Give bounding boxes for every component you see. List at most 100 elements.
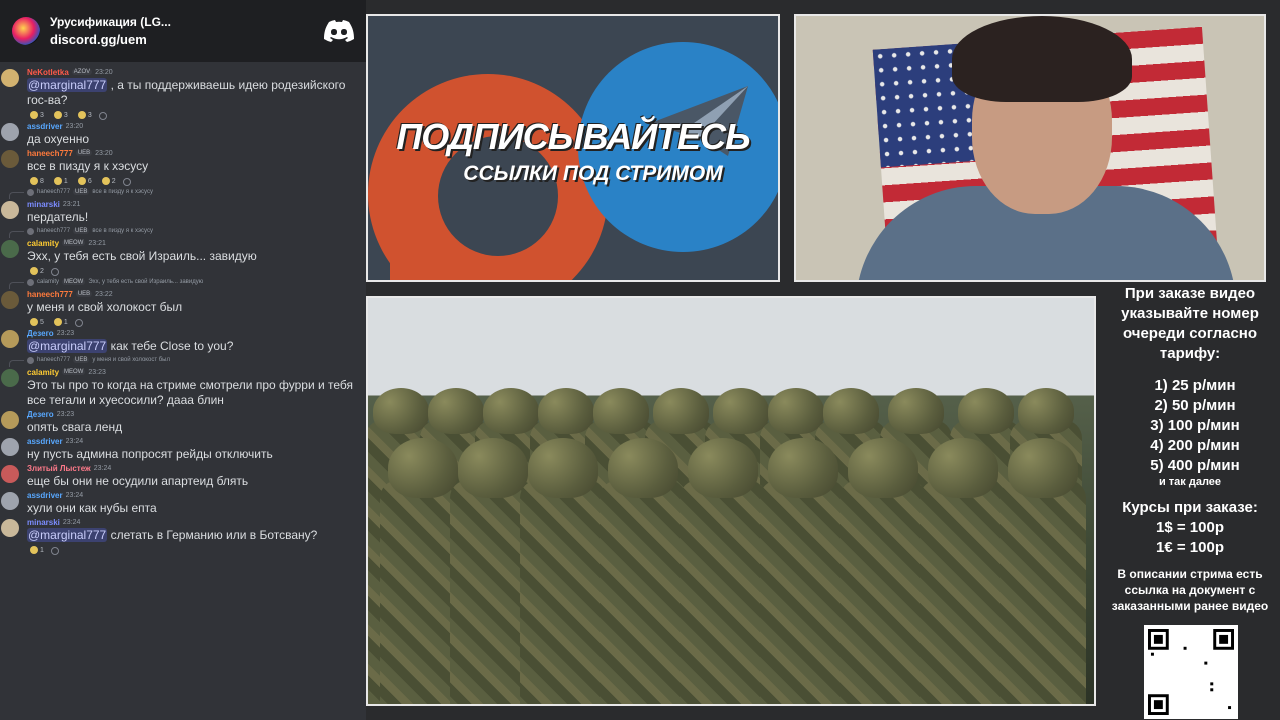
user-avatar[interactable] bbox=[1, 492, 19, 510]
username[interactable]: minarski bbox=[27, 200, 60, 209]
message-meta: assdriver 23:24 bbox=[27, 489, 360, 501]
add-reaction-icon[interactable] bbox=[122, 178, 131, 186]
add-reaction-icon[interactable] bbox=[98, 112, 107, 120]
message-meta: NeKotletka AZOV 23:20 bbox=[27, 66, 360, 78]
reaction-count: 5 bbox=[40, 318, 44, 326]
tariff-item: 2) 50 р/мин bbox=[1154, 397, 1236, 414]
chat-message: calamity MEOW 23:23 Это ты про то когда на … bbox=[0, 366, 366, 408]
reaction[interactable]: 3 bbox=[51, 110, 71, 120]
tariff-item: 5) 400 р/мин bbox=[1150, 457, 1240, 474]
message-text: все в пизду я к хэсусу bbox=[27, 159, 149, 173]
soldier-helmet bbox=[928, 438, 998, 498]
reaction-count: 2 bbox=[40, 267, 44, 275]
server-invite-link[interactable]: discord.gg/uem bbox=[50, 32, 324, 47]
emoji-icon bbox=[53, 318, 62, 326]
reaction[interactable]: 1 bbox=[27, 545, 47, 555]
username[interactable]: calamity bbox=[27, 368, 59, 377]
reaction[interactable]: 2 bbox=[27, 266, 47, 276]
username[interactable]: minarski bbox=[27, 518, 60, 527]
order-instructions: При заказе видео указывайте номер очеред… bbox=[1121, 285, 1259, 362]
username[interactable]: assdriver bbox=[27, 122, 63, 131]
reaction[interactable]: 5 bbox=[27, 317, 47, 327]
soldier-helmet bbox=[373, 388, 429, 434]
user-avatar[interactable] bbox=[1, 438, 19, 456]
reaction[interactable]: 1 bbox=[51, 317, 71, 327]
username[interactable]: assdriver bbox=[27, 491, 63, 500]
chat-message: Дезего 23:23 @marginal777 как тебе Close t… bbox=[0, 327, 366, 354]
reply-preview[interactable]: haneech777 UEB все в пизду я к хэсусу bbox=[0, 225, 366, 238]
user-mention[interactable]: @marginal777 bbox=[27, 78, 108, 92]
reaction-count: 1 bbox=[63, 177, 68, 185]
user-avatar[interactable] bbox=[1, 150, 19, 168]
username[interactable]: NeKotletka bbox=[27, 68, 69, 77]
soldier-helmet bbox=[653, 388, 709, 434]
soldier-helmet bbox=[428, 388, 484, 434]
username[interactable]: Злитый Лыстеж bbox=[27, 464, 91, 473]
tariff-etc: и так далее bbox=[1158, 476, 1222, 488]
user-mention[interactable]: @marginal777 bbox=[27, 528, 108, 542]
stream-layout: Урусификация (LG... discord.gg/uem NeKot… bbox=[0, 0, 1280, 720]
reply-text: Эхх, у тебя есть свой Израиль... завидую bbox=[88, 279, 204, 285]
promo-banner: ПОДПИСЫВАЙТЕСЬ ССЫЛКИ ПОД СТРИМОМ bbox=[366, 14, 780, 282]
reply-preview[interactable]: calamity MEOW Эхх, у тебя есть свой Израил… bbox=[0, 276, 366, 289]
role-tag: UEB bbox=[73, 357, 90, 363]
user-avatar[interactable] bbox=[1, 411, 19, 429]
timestamp: 23:21 bbox=[88, 239, 106, 247]
reply-preview[interactable]: haneech777 UEB все в пизду я к хэсусу bbox=[0, 186, 366, 199]
user-avatar[interactable] bbox=[1, 123, 19, 141]
message-text: опять свага ленд bbox=[27, 420, 123, 434]
reaction-count: 3 bbox=[40, 111, 44, 119]
role-tag: MEOW bbox=[62, 369, 86, 375]
message-meta: haneech777 UEB 23:22 bbox=[27, 288, 360, 300]
soldier-torso bbox=[600, 480, 686, 704]
reaction-row: 2 bbox=[27, 266, 360, 276]
soldier-helmet bbox=[688, 438, 758, 498]
add-reaction-icon[interactable] bbox=[50, 547, 59, 555]
reaction[interactable]: 3 bbox=[75, 110, 95, 120]
chat-message: assdriver 23:24 хули они как нубы епта bbox=[0, 489, 366, 516]
user-avatar[interactable] bbox=[1, 201, 19, 219]
soldier-helmet bbox=[768, 438, 838, 498]
reaction[interactable]: 2 bbox=[99, 176, 119, 186]
add-reaction-icon[interactable] bbox=[50, 268, 59, 276]
soldier-helmet bbox=[823, 388, 879, 434]
reaction-count: 3 bbox=[87, 111, 92, 119]
chat-message: Злитый Лыстеж 23:24 еще бы они не осудили … bbox=[0, 462, 366, 489]
discord-chat-panel: Урусификация (LG... discord.gg/uem NeKot… bbox=[0, 0, 366, 720]
user-avatar[interactable] bbox=[1, 330, 19, 348]
reaction[interactable]: 1 bbox=[51, 176, 71, 186]
qr-code[interactable] bbox=[1144, 625, 1238, 719]
username[interactable]: haneech777 bbox=[27, 149, 73, 158]
user-avatar[interactable] bbox=[1, 369, 19, 387]
soldier-helmet bbox=[528, 438, 598, 498]
message-meta: haneech777 UEB 23:20 bbox=[27, 147, 360, 159]
reply-preview[interactable]: haneech777 UEB у меня и свой холокост был bbox=[0, 354, 366, 367]
message-text: у меня и свой холокост был bbox=[27, 300, 183, 314]
username[interactable]: calamity bbox=[27, 239, 59, 248]
username[interactable]: assdriver bbox=[27, 437, 63, 446]
username[interactable]: haneech777 bbox=[27, 290, 73, 299]
username[interactable]: Дезего bbox=[27, 410, 54, 419]
user-avatar[interactable] bbox=[1, 465, 19, 483]
user-avatar[interactable] bbox=[1, 291, 19, 309]
reply-avatar bbox=[27, 188, 34, 196]
user-avatar[interactable] bbox=[1, 69, 19, 87]
reaction[interactable]: 6 bbox=[75, 176, 95, 186]
message-meta: assdriver 23:20 bbox=[27, 120, 360, 132]
reaction[interactable]: 8 bbox=[27, 176, 47, 186]
reaction[interactable]: 3 bbox=[27, 110, 47, 120]
soldier-helmet bbox=[458, 438, 528, 498]
message-meta: Злитый Лыстеж 23:24 bbox=[27, 462, 360, 474]
message-text: Это ты про то когда на стриме смотрели п… bbox=[27, 378, 354, 407]
add-reaction-icon[interactable] bbox=[74, 319, 83, 327]
message-text: да охуенно bbox=[27, 132, 90, 146]
user-avatar[interactable] bbox=[1, 240, 19, 258]
username[interactable]: Дезего bbox=[27, 329, 54, 338]
user-mention[interactable]: @marginal777 bbox=[27, 339, 108, 353]
reply-username: calamity bbox=[37, 279, 60, 285]
user-avatar[interactable] bbox=[1, 519, 19, 537]
timestamp: 23:24 bbox=[93, 464, 112, 472]
emoji-icon bbox=[77, 111, 86, 119]
emoji-icon bbox=[53, 111, 62, 119]
emoji-icon bbox=[30, 267, 38, 275]
